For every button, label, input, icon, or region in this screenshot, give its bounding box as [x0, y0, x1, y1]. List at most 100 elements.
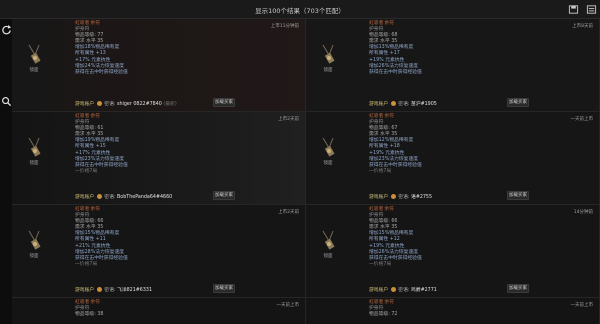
whisper-label: 密语: — [104, 102, 116, 107]
amulet-icon[interactable] — [26, 136, 42, 158]
currency-icon — [390, 101, 396, 106]
whisper-label: 密语: — [398, 102, 410, 107]
explicit-mods: 所有属性 +11 +21% 元素抗性 增加28%法力恢复速度 获得在击中时获得经验值 — [75, 237, 128, 261]
result-card: 镜面 上市2天前 虹吸者余符 护身符 物品等级: 66 需求 水平 35 增加1… — [12, 205, 306, 298]
item-image-label: 镜面 — [323, 161, 333, 166]
item-level-label: 物品等级: — [369, 312, 390, 318]
explicit-mod: 增加23%法力恢复速度 — [75, 156, 125, 162]
refresh-icon[interactable] — [1, 24, 12, 35]
load-buyer-button[interactable]: 加载买家 — [213, 98, 235, 107]
requirement-value: 35 — [391, 225, 398, 231]
item-name-prefix: 虹吸者 — [369, 114, 384, 119]
explicit-mod: 获得在击中时获得经验值 — [75, 69, 128, 75]
top-bar: 显示100个结果（703个匹配） — [0, 0, 600, 19]
seller-account[interactable]: 语#2755 — [411, 195, 432, 200]
seller-account[interactable]: 飞洋821#6331 — [117, 288, 152, 293]
seller-row: 游戏账户 密语: 飞洋821#6331 — [75, 286, 152, 293]
item-name-prefix: 虹吸者 — [369, 21, 384, 26]
amulet-icon[interactable] — [320, 136, 336, 158]
seller-status: (最新) — [163, 102, 177, 107]
seller-row: 游戏账户 密语: 鸡爵#2771 — [369, 286, 437, 293]
requirement-label: 需求 水平 — [369, 39, 390, 45]
requirement-value: 35 — [97, 225, 104, 231]
currency-icon — [390, 287, 396, 292]
save-icon[interactable] — [568, 4, 579, 15]
explicit-mods: 所有属性 +13 +17% 元素抗性 增加24%法力恢复速度 获得在击中时获得经验值 — [75, 51, 128, 75]
item-image-label: 镜面 — [323, 254, 333, 259]
item-level-label: 物品等级: — [75, 219, 96, 225]
item-name-prefix: 虹吸者 — [369, 207, 384, 212]
item-image-label: 镜面 — [29, 68, 39, 73]
currency-icon — [96, 194, 102, 199]
listed-time: 上市8天前 — [572, 24, 593, 29]
item-name-prefix: 虹吸者 — [369, 300, 384, 305]
requirement-value: 35 — [391, 39, 398, 45]
seller-account[interactable]: shiger 0822#7840 — [117, 102, 162, 107]
price-note: 一价格7局 — [369, 261, 392, 267]
price-note: 一价格7局 — [75, 168, 98, 174]
item-details: 虹吸者余符 护身符 物品等级: 72 — [369, 300, 397, 318]
requirement-label: 需求 水平 — [369, 132, 390, 138]
item-level-value: 72 — [391, 312, 398, 318]
explicit-mod: 增加26%法力恢复速度 — [369, 63, 419, 69]
item-details: 虹吸者余符 护身符 物品等级: 67 需求 水平 35 增加12%物品稀有度 所… — [369, 114, 422, 175]
explicit-mods: 所有属性 +12 +19% 元素抗性 增加26%法力恢复速度 获得在击中时获得经验值 — [369, 237, 422, 261]
listed-time: 上市2天前 — [278, 210, 299, 215]
amulet-icon[interactable] — [320, 229, 336, 251]
seller-account[interactable]: 苗沪#1905 — [411, 102, 437, 107]
requirement-label: 需求 水平 — [369, 225, 390, 231]
explicit-mod: 增加26%法力恢复速度 — [369, 249, 419, 255]
result-card: 镜面 上市8天前 虹吸者余符 护身符 物品等级: 68 需求 水平 35 增加1… — [306, 19, 600, 112]
settings-icon[interactable] — [586, 4, 597, 15]
explicit-mod: 获得在击中时获得经验值 — [75, 162, 128, 168]
requirement-label: 需求 水平 — [75, 225, 96, 231]
result-card: 一天前上市 虹吸者余符 护身符 物品等级: 38 — [12, 298, 306, 324]
seller-row: 游戏账户 密语: shiger 0822#7840 (最新) — [75, 100, 177, 107]
seller-label: 游戏账户 — [369, 288, 389, 293]
listed-time: 上市2天前 — [278, 117, 299, 122]
item-details: 虹吸者余符 护身符 物品等级: 77 需求 水平 35 增加18%物品稀有度 所… — [75, 21, 128, 76]
item-image-label: 镜面 — [29, 254, 39, 259]
load-buyer-button[interactable]: 加载买家 — [507, 98, 529, 107]
requirement-label: 需求 水平 — [75, 132, 96, 138]
item-name-suffix: 余符 — [384, 300, 395, 305]
item-level-value: 68 — [391, 33, 398, 39]
item-level-row: 物品等级: 72 — [369, 312, 397, 318]
listed-time: 一天前上市 — [570, 117, 594, 122]
load-buyer-button[interactable]: 加载买家 — [507, 191, 529, 200]
amulet-icon[interactable] — [26, 229, 42, 251]
explicit-mods: 所有属性 +18 +19% 元素抗性 增加23%法力恢复速度 获得在击中时获得经验值 — [369, 144, 422, 168]
item-name-suffix: 余符 — [384, 21, 395, 26]
requirement-value: 35 — [391, 132, 398, 138]
item-level-label: 物品等级: — [75, 33, 96, 39]
seller-account[interactable]: BobThePanda64#4660 — [117, 195, 172, 200]
amulet-icon[interactable] — [320, 43, 336, 65]
item-level-value: 77 — [97, 33, 104, 39]
result-card: 镜面 上市2天前 虹吸者余符 护身符 物品等级: 61 需求 水平 35 增加1… — [12, 112, 306, 205]
load-buyer-button[interactable]: 加载买家 — [213, 191, 235, 200]
item-details: 虹吸者余符 护身符 物品等级: 61 需求 水平 35 增加19%物品稀有度 所… — [75, 114, 128, 175]
item-level-label: 物品等级: — [369, 33, 390, 39]
explicit-mod: 获得在击中时获得经验值 — [369, 69, 422, 75]
item-level-row: 物品等级: 38 — [75, 312, 103, 318]
load-buyer-button[interactable]: 加载买家 — [213, 284, 235, 293]
item-details: 虹吸者余符 护身符 物品等级: 38 — [75, 300, 103, 318]
result-card: 镜面 上市11分钟前 虹吸者余符 护身符 物品等级: 77 需求 水平 35 增… — [12, 19, 306, 112]
item-level-value: 67 — [391, 126, 398, 132]
seller-label: 游戏账户 — [369, 195, 389, 200]
explicit-mod: 获得在击中时获得经验值 — [369, 162, 422, 168]
item-level-value: 38 — [97, 312, 104, 318]
currency-icon — [390, 194, 396, 199]
item-name-prefix: 虹吸者 — [75, 114, 90, 119]
item-name-suffix: 余符 — [90, 114, 101, 119]
whisper-label: 密语: — [104, 195, 116, 200]
explicit-mod: 获得在击中时获得经验值 — [369, 255, 422, 261]
listed-time: 上市11分钟前 — [270, 24, 299, 29]
search-icon[interactable] — [1, 96, 12, 107]
seller-label: 游戏账户 — [369, 102, 389, 107]
listed-time: 一天前上市 — [570, 303, 594, 308]
item-name-suffix: 余符 — [384, 207, 395, 212]
load-buyer-button[interactable]: 加载买家 — [507, 284, 529, 293]
seller-account[interactable]: 鸡爵#2771 — [411, 288, 437, 293]
amulet-icon[interactable] — [26, 43, 42, 65]
